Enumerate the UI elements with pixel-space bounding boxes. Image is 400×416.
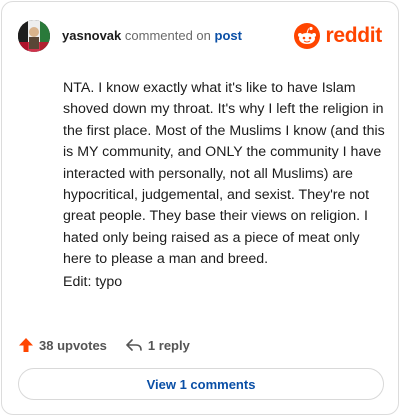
comment-verb: commented on [124, 28, 211, 43]
post-link[interactable]: post [215, 28, 242, 43]
upvote-button[interactable]: 38 upvotes [18, 337, 107, 353]
comment-edit-note: Edit: typo [63, 274, 123, 290]
reply-count: 1 reply [147, 337, 190, 353]
reply-button[interactable]: 1 reply [125, 337, 190, 353]
comment-body: NTA. I know exactly what it's like to ha… [63, 80, 385, 268]
brand-wordmark: reddit [325, 24, 382, 47]
upvote-count: 38 upvotes [39, 337, 107, 353]
reddit-logo[interactable]: reddit [294, 20, 382, 52]
username-link[interactable]: yasnovak [62, 28, 121, 43]
comment-card: yasnovak commented on post reddit NTA. I… [1, 1, 399, 415]
upvote-arrow-icon [19, 338, 33, 352]
reply-arrow-icon [126, 339, 142, 351]
comment-meta: yasnovak commented on post [62, 28, 242, 44]
reddit-snoo-icon [294, 23, 321, 49]
view-comments-button[interactable]: View 1 comments [18, 368, 384, 400]
comment-header: yasnovak commented on post reddit [18, 20, 382, 52]
user-avatar[interactable] [18, 20, 50, 52]
comment-actions: 38 upvotes 1 reply [18, 334, 190, 356]
avatar-image [18, 20, 50, 52]
